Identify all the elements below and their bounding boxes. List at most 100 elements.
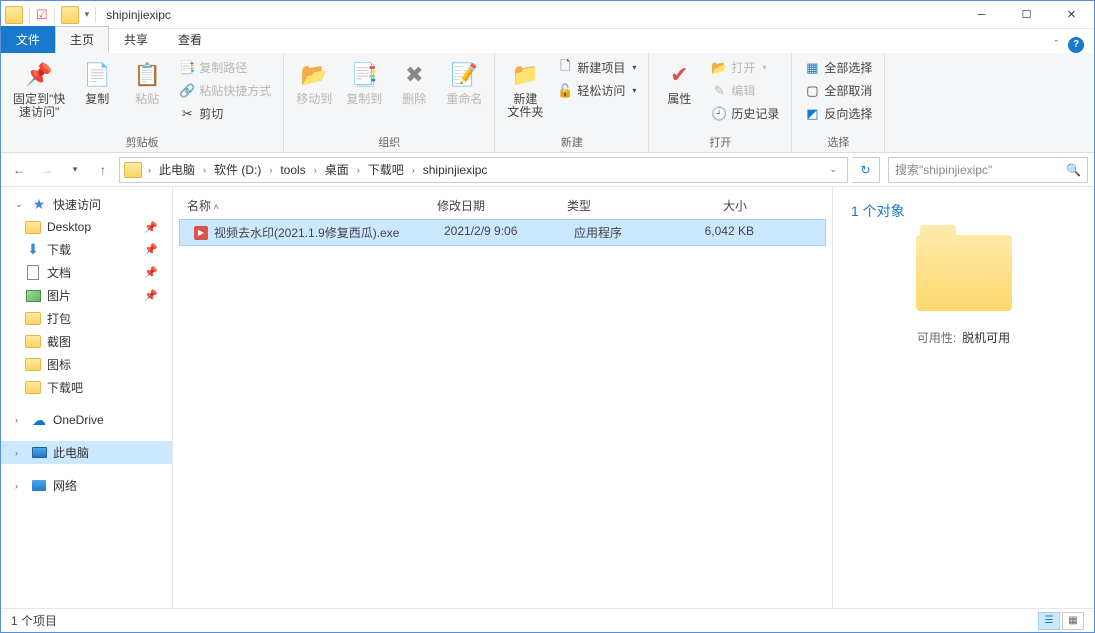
select-none-button[interactable]: ▢全部取消 — [800, 80, 876, 101]
status-bar: 1 个项目 ☰ ▦ — [1, 608, 1094, 632]
invert-icon: ◩ — [804, 106, 820, 122]
easy-access-button[interactable]: 🔓轻松访问▾ — [553, 80, 640, 101]
rename-button[interactable]: 📝重命名 — [442, 57, 486, 108]
edit-icon: ✎ — [711, 83, 727, 99]
sidebar-item-documents[interactable]: 文档📌 — [1, 261, 172, 284]
group-label: 组织 — [292, 132, 486, 150]
crumb[interactable]: 此电脑 — [155, 158, 199, 181]
network-icon — [32, 480, 46, 491]
forward-button[interactable]: → — [35, 158, 59, 182]
up-button[interactable]: ↑ — [91, 158, 115, 182]
sidebar-item[interactable]: 图标 — [1, 353, 172, 376]
cut-icon: ✂ — [179, 106, 195, 122]
tab-view[interactable]: 查看 — [163, 26, 217, 53]
open-button[interactable]: 📂打开▾ — [707, 57, 783, 78]
crumb[interactable]: 软件 (D:) — [210, 158, 265, 181]
file-list: 名称 修改日期 类型 大小 ▶视频去水印(2021.1.9修复西瓜).exe 2… — [173, 187, 832, 608]
tab-file[interactable]: 文件 — [1, 26, 55, 53]
picture-icon — [26, 290, 41, 302]
recent-dropdown-icon[interactable]: ▾ — [63, 158, 87, 182]
new-folder-button[interactable]: 📁新建 文件夹 — [503, 57, 547, 121]
crumb[interactable]: 下载吧 — [364, 158, 408, 181]
sidebar-quick-access[interactable]: ⌄★快速访问 — [1, 193, 172, 216]
crumb[interactable]: tools — [276, 160, 309, 180]
quick-access-toolbar: ☑ ▾ — [1, 6, 100, 24]
col-size[interactable]: 大小 — [677, 197, 757, 214]
tab-share[interactable]: 共享 — [109, 26, 163, 53]
copy-icon: 📄 — [81, 59, 113, 91]
refresh-button[interactable]: ↻ — [852, 157, 880, 183]
search-input[interactable]: 搜索"shipinjiexipc" 🔍 — [888, 157, 1088, 183]
sidebar-item[interactable]: 下载吧 — [1, 376, 172, 399]
folder-preview-icon — [916, 235, 1012, 311]
edit-button[interactable]: ✎编辑 — [707, 80, 783, 101]
paste-shortcut-button[interactable]: 🔗粘贴快捷方式 — [175, 80, 275, 101]
crumb[interactable]: 桌面 — [321, 158, 353, 181]
search-icon[interactable]: 🔍 — [1066, 163, 1081, 177]
navigation-bar: ← → ▾ ↑ › 此电脑› 软件 (D:)› tools› 桌面› 下载吧› … — [1, 153, 1094, 187]
copy-button[interactable]: 📄 复制 — [75, 57, 119, 108]
pin-icon: 📌 — [144, 266, 166, 279]
open-icon: 📂 — [711, 60, 727, 76]
search-placeholder: 搜索"shipinjiexipc" — [895, 161, 992, 178]
col-type[interactable]: 类型 — [567, 197, 677, 214]
sidebar-item-desktop[interactable]: Desktop📌 — [1, 216, 172, 238]
invert-selection-button[interactable]: ◩反向选择 — [800, 103, 876, 124]
crumb[interactable]: shipinjiexipc — [419, 160, 492, 180]
icons-view-button[interactable]: ▦ — [1062, 612, 1084, 630]
delete-icon: ✖ — [398, 59, 430, 91]
copyto-icon: 📑 — [348, 59, 380, 91]
cut-button[interactable]: ✂剪切 — [175, 103, 275, 124]
app-icon[interactable] — [5, 6, 23, 24]
history-button[interactable]: 🕘历史记录 — [707, 103, 783, 124]
rename-icon: 📝 — [448, 59, 480, 91]
file-row[interactable]: ▶视频去水印(2021.1.9修复西瓜).exe 2021/2/9 9:06 应… — [179, 219, 826, 246]
easy-icon: 🔓 — [557, 83, 573, 99]
download-icon: ⬇ — [25, 242, 41, 258]
col-date[interactable]: 修改日期 — [437, 197, 567, 214]
col-name[interactable]: 名称 — [187, 197, 437, 214]
group-label: 新建 — [503, 132, 640, 150]
back-button[interactable]: ← — [7, 158, 31, 182]
folder-icon: 📁 — [509, 59, 541, 91]
select-all-button[interactable]: ▦全部选择 — [800, 57, 876, 78]
availability: 可用性:脱机可用 — [851, 329, 1076, 346]
path-icon: 📑 — [179, 60, 195, 76]
sidebar-item-downloads[interactable]: ⬇下载📌 — [1, 238, 172, 261]
qat-item[interactable]: ☑ — [36, 7, 48, 23]
breadcrumb-dropdown-icon[interactable]: ⌄ — [823, 164, 843, 175]
close-button[interactable]: ✕ — [1049, 1, 1094, 29]
object-count: 1 个对象 — [851, 201, 1076, 221]
column-headers[interactable]: 名称 修改日期 类型 大小 — [173, 193, 832, 219]
minimize-button[interactable]: ─ — [959, 1, 1004, 29]
breadcrumb[interactable]: › 此电脑› 软件 (D:)› tools› 桌面› 下载吧› shipinji… — [119, 157, 848, 183]
sidebar-network[interactable]: ›网络 — [1, 474, 172, 497]
sidebar-item-pictures[interactable]: 图片📌 — [1, 284, 172, 307]
maximize-button[interactable]: ☐ — [1004, 1, 1049, 29]
paste-button[interactable]: 📋 粘贴 — [125, 57, 169, 108]
delete-button[interactable]: ✖删除 — [392, 57, 436, 108]
new-item-button[interactable]: 🗋新建项目▾ — [553, 57, 640, 78]
copy-path-button[interactable]: 📑复制路径 — [175, 57, 275, 78]
ribbon-collapse-icon[interactable]: ˆ — [1054, 39, 1058, 51]
sidebar-item[interactable]: 截图 — [1, 330, 172, 353]
help-icon[interactable]: ? — [1068, 37, 1084, 53]
tab-home[interactable]: 主页 — [55, 26, 109, 53]
sidebar-onedrive[interactable]: ›☁OneDrive — [1, 409, 172, 431]
pin-to-quick-access-button[interactable]: 📌 固定到"快 速访问" — [9, 57, 69, 121]
move-to-button[interactable]: 📂移动到 — [292, 57, 336, 108]
qat-folder-icon[interactable] — [61, 6, 79, 24]
sidebar-this-pc[interactable]: ›此电脑 — [1, 441, 172, 464]
window-title: shipinjiexipc — [106, 8, 171, 22]
details-view-button[interactable]: ☰ — [1038, 612, 1060, 630]
shortcut-icon: 🔗 — [179, 83, 195, 99]
copy-to-button[interactable]: 📑复制到 — [342, 57, 386, 108]
properties-button[interactable]: ✔属性 — [657, 57, 701, 108]
document-icon — [27, 265, 39, 280]
group-label: 剪贴板 — [9, 132, 275, 150]
ribbon-tabs: 文件 主页 共享 查看 ˆ ? — [1, 29, 1094, 53]
folder-icon — [25, 335, 41, 348]
qat-dropdown-icon[interactable]: ▾ — [85, 9, 90, 20]
sidebar-item[interactable]: 打包 — [1, 307, 172, 330]
move-icon: 📂 — [298, 59, 330, 91]
